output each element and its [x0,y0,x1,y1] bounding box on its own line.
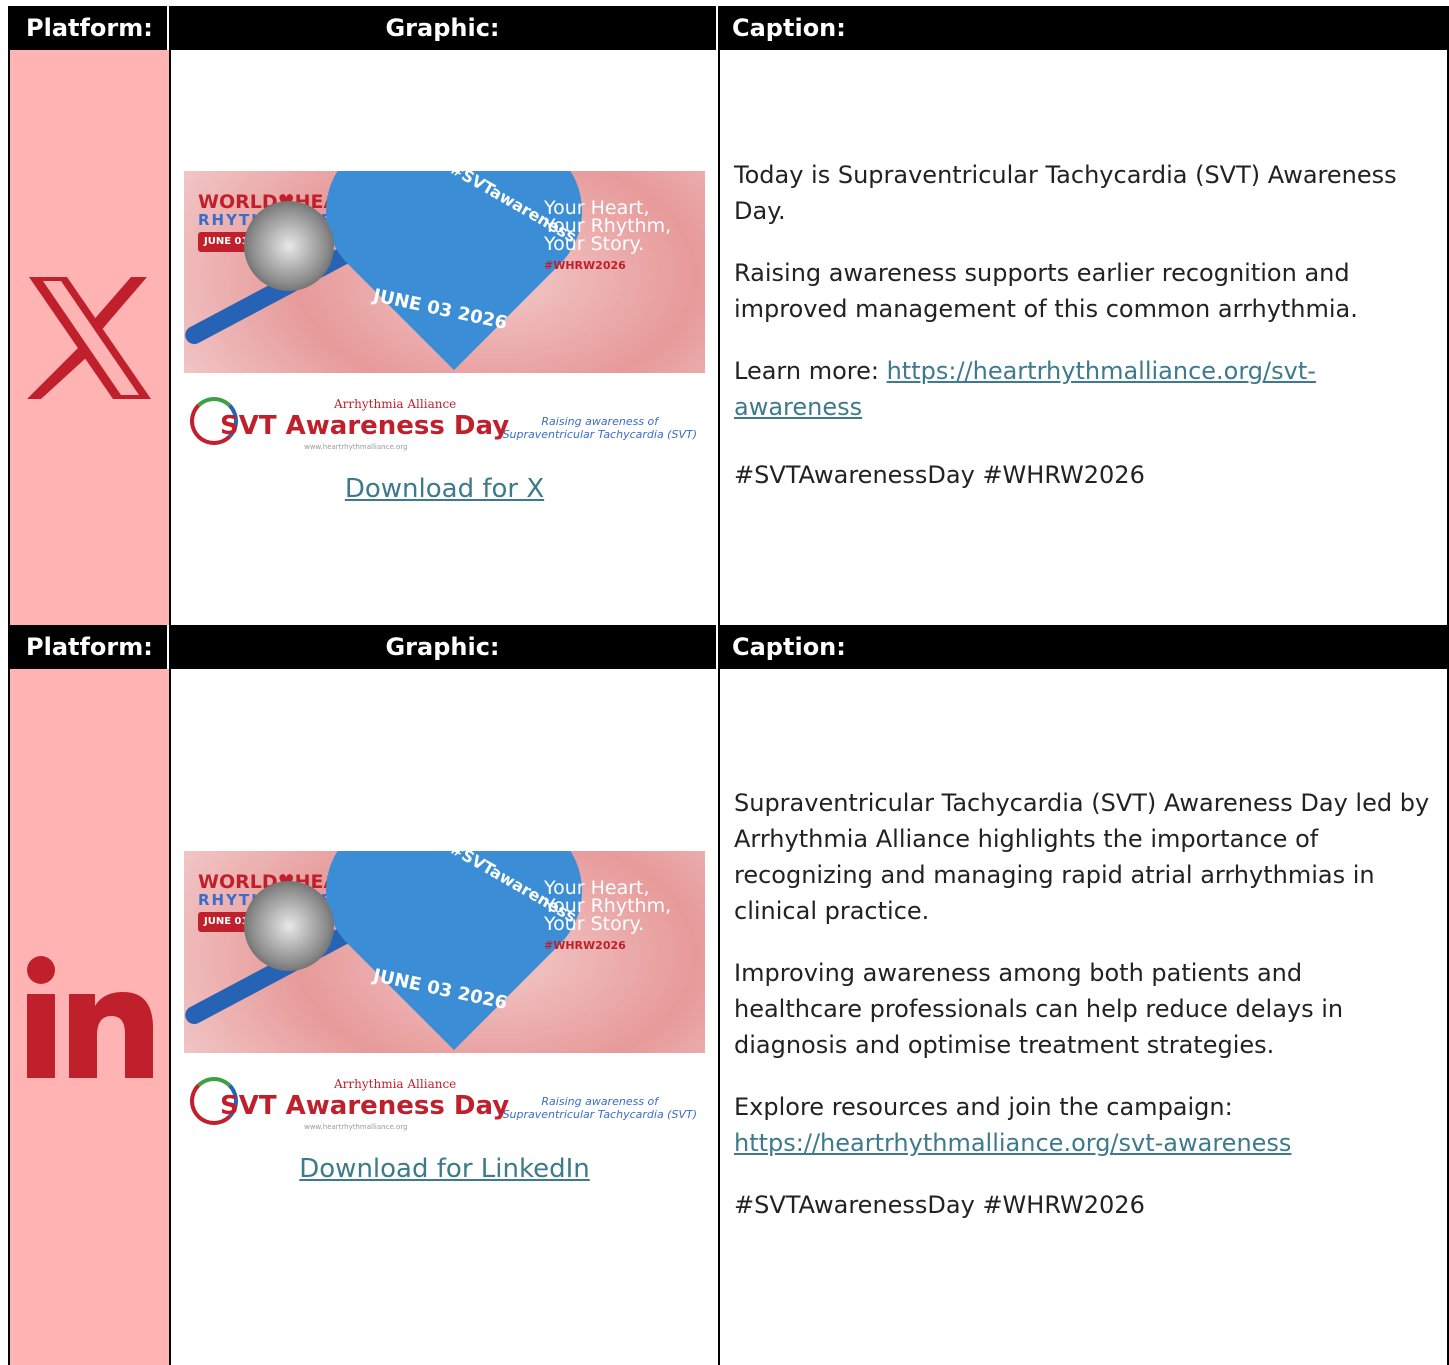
social-media-table: Platform: Graphic: Caption: WORLD♥HEART … [8,6,1449,1365]
poster-raising: Raising awareness of Supraventricular Ta… [502,1094,697,1121]
poster-url: www.heartrhythmalliance.org [304,1122,408,1131]
caption-p3: Learn more: https://heartrhythmalliance.… [734,356,1316,421]
header-graphic: Graphic: [169,625,718,669]
graphic-cell-x: WORLD♥HEART RHYTHM WEEK JUNE 01-07 2026 … [171,50,720,625]
header-graphic: Graphic: [169,6,718,50]
table-header-row: Platform: Graphic: Caption: [8,6,1449,50]
caption-p3: Explore resources and join the campaign:… [734,1093,1292,1157]
caption-hashtags: #SVTAwarenessDay #WHRW2026 [734,460,1145,489]
table-row-x: WORLD♥HEART RHYTHM WEEK JUNE 01-07 2026 … [8,50,1449,625]
table-header-row: Platform: Graphic: Caption: [8,625,1449,669]
header-caption: Caption: [732,14,846,42]
table-row-linkedin: WORLD♥HEART RHYTHM WEEK JUNE 01-07 2026 … [8,669,1449,1365]
linkedin-logo-icon [26,956,153,1078]
poster-slogan: Your Heart, Your Rhythm, Your Story. #WH… [544,197,672,273]
header-platform: Platform: [8,6,169,50]
svt-awareness-poster: WORLD♥HEART RHYTHM WEEK JUNE 01-07 2026 … [184,171,705,468]
stethoscope-icon [244,880,334,971]
poster-slogan: Your Heart, Your Rhythm, Your Story. #WH… [544,876,672,952]
graphic-cell-linkedin: WORLD♥HEART RHYTHM WEEK JUNE 01-07 2026 … [171,669,720,1365]
download-x-link[interactable]: Download for X [345,474,544,504]
platform-cell-linkedin [10,669,171,1365]
header-caption: Caption: [732,633,846,661]
svt-awareness-poster: WORLD♥HEART RHYTHM WEEK JUNE 01-07 2026 … [184,850,705,1148]
caption-p1: Today is Supraventricular Tachycardia (S… [734,160,1397,225]
x-logo-icon [26,276,151,399]
poster-url: www.heartrhythmalliance.org [304,443,408,451]
download-linkedin-link[interactable]: Download for LinkedIn [299,1154,589,1184]
caption-p1: Supraventricular Tachycardia (SVT) Aware… [734,789,1430,925]
poster-raising: Raising awareness of Supraventricular Ta… [502,415,697,441]
poster-org: Arrhythmia Alliance [334,397,457,411]
stethoscope-icon [244,201,334,291]
caption-p2: Improving awareness among both patients … [734,959,1344,1059]
caption-link-linkedin[interactable]: https://heartrhythmalliance.org/svt-awar… [734,1129,1291,1157]
caption-cell-linkedin: Supraventricular Tachycardia (SVT) Aware… [720,669,1449,1365]
header-platform: Platform: [8,625,169,669]
platform-cell-x [10,50,171,625]
caption-hashtags: #SVTAwarenessDay #WHRW2026 [734,1191,1145,1219]
caption-p2: Raising awareness supports earlier recog… [734,258,1358,323]
poster-org: Arrhythmia Alliance [334,1076,457,1091]
poster-title: SVT Awareness Day [220,411,510,441]
caption-cell-x: Today is Supraventricular Tachycardia (S… [720,50,1449,625]
poster-title: SVT Awareness Day [220,1090,510,1121]
